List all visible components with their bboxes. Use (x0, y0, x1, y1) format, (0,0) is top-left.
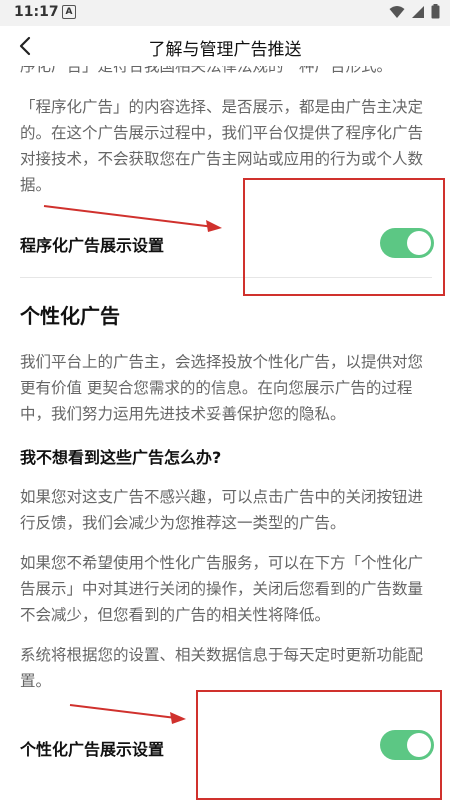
arrow-icon (69, 704, 186, 724)
faq-answer-disable: 如果您不希望使用个性化广告服务，可以在下方「个性化广告展示」中对其进行关闭的操作… (20, 554, 424, 624)
signal-icon (412, 5, 424, 18)
programmatic-ad-description: 「程序化广告」的内容选择、是否展示，都是由广告主决定的。在这个广告展示过程中，我… (20, 98, 424, 194)
faq-answer-feedback: 如果您对这支广告不感兴趣，可以点击广告中的关闭按钮进行反馈，我们会减少为您推荐这… (20, 488, 424, 532)
toggle-knob (407, 231, 431, 255)
divider (20, 277, 432, 278)
personalized-ad-toggle[interactable] (380, 730, 434, 760)
programmatic-ad-toggle[interactable] (380, 228, 434, 258)
personalized-ad-setting-label: 个性化广告展示设置 (20, 740, 165, 759)
status-icons (389, 4, 440, 19)
status-time: 11:17 (14, 4, 59, 20)
content-area[interactable]: 序化广告」是符合我国相关法律法规的一种广告形式。 「程序化广告」的内容选择、是否… (0, 66, 450, 800)
status-bar: 11:17 A (0, 0, 450, 26)
personalized-ad-section-title: 个性化广告 (20, 304, 120, 328)
arrow-icon (43, 205, 222, 232)
page-title: 了解与管理广告推送 (148, 40, 302, 60)
battery-icon (431, 4, 440, 19)
toggle-knob (407, 733, 431, 757)
faq-answer-update: 系统将根据您的设置、相关数据信息于每天定时更新功能配置。 (20, 646, 424, 690)
wifi-icon (389, 5, 405, 18)
programmatic-ad-setting-label: 程序化广告展示设置 (20, 236, 165, 255)
nav-bar: 了解与管理广告推送 (0, 26, 450, 66)
faq-title: 我不想看到这些广告怎么办? (20, 448, 222, 467)
cut-off-text: 序化广告」是符合我国相关法律法规的一种广告形式。 (20, 66, 393, 75)
personalized-ad-description: 我们平台上的广告主，会选择投放个性化广告，以提供对您更有价值 更契合您需求的的信… (20, 353, 424, 423)
a-box-icon: A (62, 5, 76, 19)
